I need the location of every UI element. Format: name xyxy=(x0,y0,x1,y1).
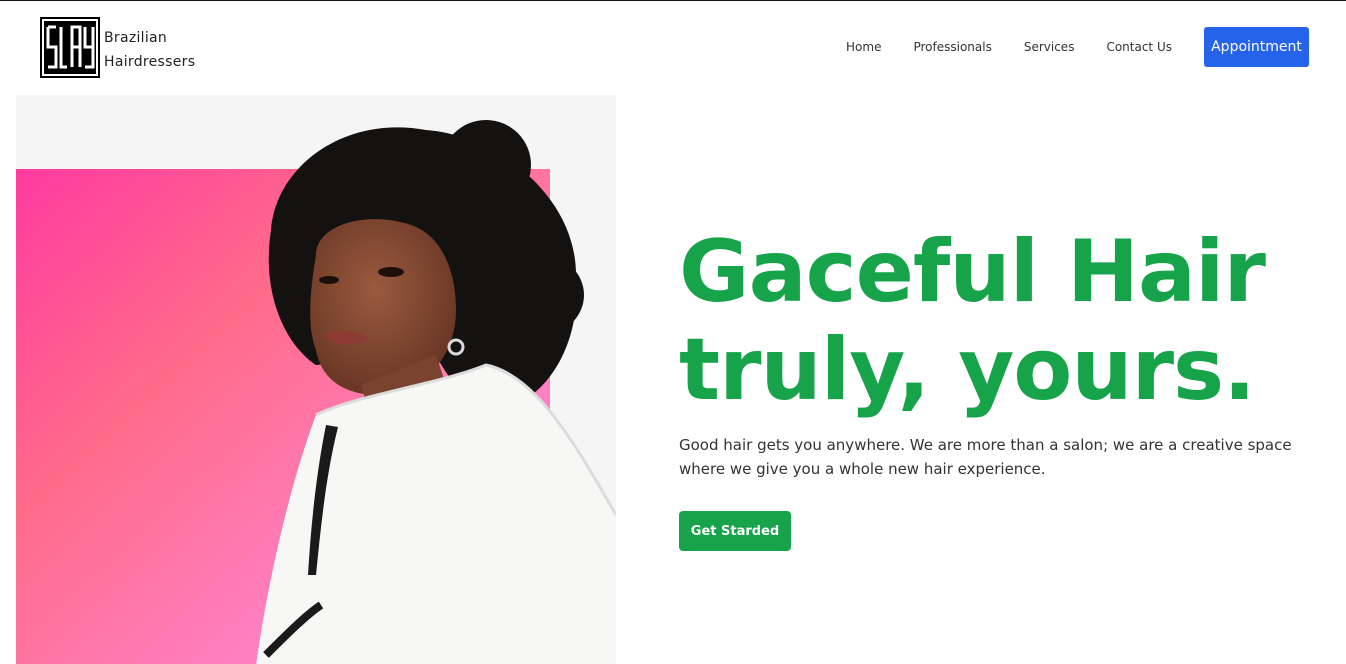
page: Brazilian Hairdressers Home Professional… xyxy=(0,0,1346,664)
brand-logo[interactable]: Brazilian Hairdressers xyxy=(40,17,195,78)
hero-description: Good hair gets you anywhere. We are more… xyxy=(679,436,1292,478)
nav-link-contact-us[interactable]: Contact Us xyxy=(1106,40,1172,54)
brand-name-line1: Brazilian xyxy=(104,30,168,46)
nav-link-services[interactable]: Services xyxy=(1024,40,1075,54)
get-started-button[interactable]: Get Starded xyxy=(679,511,791,551)
nav-link-professionals[interactable]: Professionals xyxy=(913,40,991,54)
brand-name: Brazilian Hairdressers xyxy=(104,26,195,74)
nav-link-home[interactable]: Home xyxy=(846,40,881,54)
hero-image xyxy=(16,95,616,664)
hero-headline-line2: truly, yours. xyxy=(679,320,1256,420)
main-nav: Home Professionals Services Contact Us A… xyxy=(846,27,1309,67)
slay-logo-icon xyxy=(40,17,100,78)
hero-headline: Gaceful Hair truly, yours. xyxy=(679,223,1329,419)
brand-name-line2: Hairdressers xyxy=(104,54,196,70)
appointment-button[interactable]: Appointment xyxy=(1204,27,1309,67)
hero-content: Gaceful Hair truly, yours. Good hair get… xyxy=(679,223,1329,551)
hero-headline-line1: Gaceful Hair xyxy=(679,222,1266,322)
